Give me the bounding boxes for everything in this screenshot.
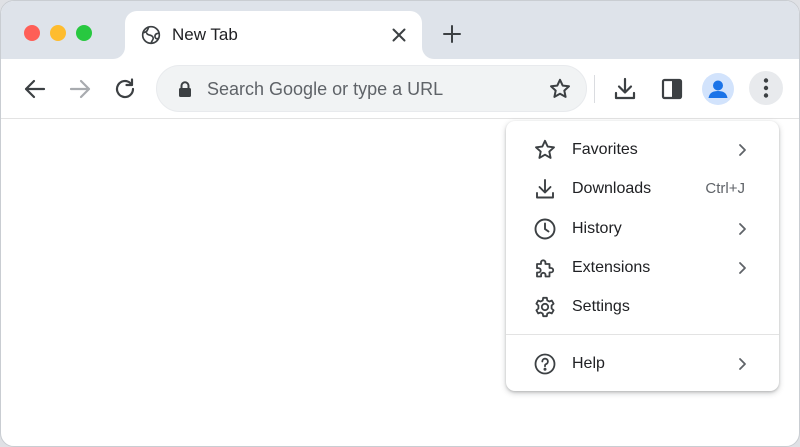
app-menu: Favorites Downloads Ctrl+J History Exten…: [506, 121, 779, 391]
maximize-window-button[interactable]: [76, 25, 92, 41]
menu-item-label: Help: [572, 355, 605, 372]
new-tab-plus-icon[interactable]: [441, 23, 463, 45]
side-panel-icon[interactable]: [659, 76, 685, 102]
browser-window: New Tab Search Google or type a URL Favo…: [0, 0, 800, 447]
chevron-right-icon: [734, 141, 750, 159]
minimize-window-button[interactable]: [50, 25, 66, 41]
reload-icon[interactable]: [112, 76, 138, 102]
lock-icon[interactable]: [176, 80, 194, 98]
menu-item-label: Downloads: [572, 180, 652, 197]
download-icon[interactable]: [612, 76, 638, 102]
tab-title: New Tab: [172, 25, 238, 44]
chevron-right-icon: [734, 355, 750, 373]
tab-new-tab[interactable]: New Tab: [125, 11, 422, 59]
back-arrow-icon[interactable]: [22, 76, 48, 102]
download-icon: [533, 177, 557, 201]
puzzle-icon: [533, 256, 557, 280]
toolbar-divider: [594, 75, 595, 103]
kebab-icon: [763, 78, 769, 98]
chevron-right-icon: [734, 259, 750, 277]
globe-icon: [141, 25, 161, 45]
clock-icon: [533, 217, 557, 241]
gear-icon: [533, 295, 557, 319]
menu-item-label: History: [572, 220, 622, 237]
menu-item-label: Extensions: [572, 259, 651, 276]
menu-item-downloads[interactable]: Downloads Ctrl+J: [506, 169, 779, 208]
menu-item-shortcut: Ctrl+J: [705, 180, 745, 197]
menu-item-settings[interactable]: Settings: [506, 287, 779, 326]
menu-item-favorites[interactable]: Favorites: [506, 130, 779, 169]
bookmark-star-icon[interactable]: [548, 77, 572, 101]
tab-strip: New Tab: [1, 1, 799, 59]
menu-divider: [506, 334, 779, 335]
menu-item-history[interactable]: History: [506, 209, 779, 248]
address-bar-placeholder[interactable]: Search Google or type a URL: [207, 79, 443, 99]
star-icon: [533, 138, 557, 162]
chevron-right-icon: [734, 220, 750, 238]
address-bar[interactable]: Search Google or type a URL: [156, 65, 587, 112]
menu-item-extensions[interactable]: Extensions: [506, 248, 779, 287]
toolbar: Search Google or type a URL: [1, 59, 799, 119]
help-icon: [533, 352, 557, 376]
menu-item-help[interactable]: Help: [506, 344, 779, 383]
close-window-button[interactable]: [24, 25, 40, 41]
menu-item-label: Favorites: [572, 141, 638, 158]
forward-arrow-icon[interactable]: [67, 76, 93, 102]
more-menu-button[interactable]: [749, 71, 783, 105]
menu-item-label: Settings: [572, 298, 630, 315]
profile-avatar[interactable]: [702, 73, 734, 105]
close-tab-icon[interactable]: [389, 25, 409, 45]
